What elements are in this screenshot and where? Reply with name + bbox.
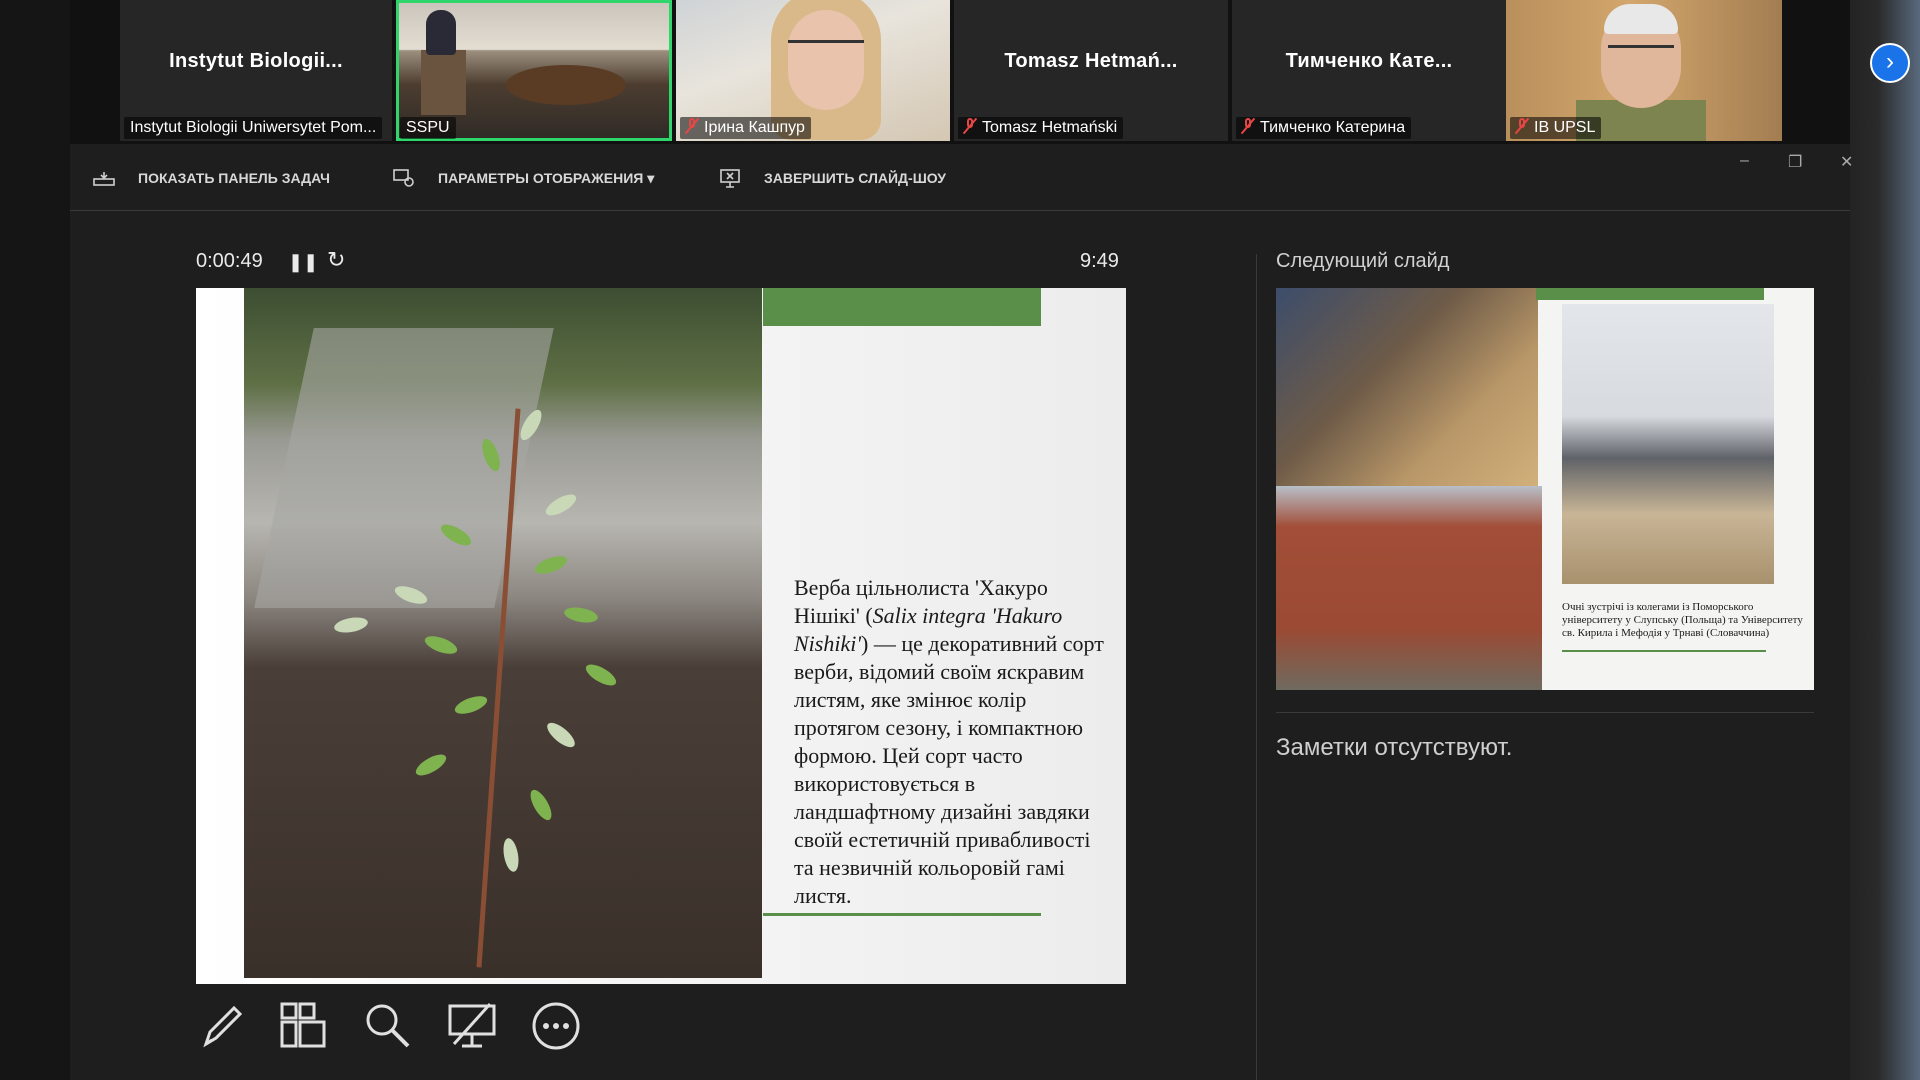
next-participants-button[interactable]: › [1870, 43, 1910, 83]
next-slide-heading: Следующий слайд [1276, 250, 1450, 272]
grid-icon [280, 1002, 326, 1048]
video-feed [506, 65, 626, 105]
next-slide-photo-meeting [1276, 288, 1538, 486]
right-edge [1850, 0, 1920, 1080]
photo-leaf [526, 786, 556, 824]
taskbar-icon [93, 172, 115, 186]
photo-leaf [543, 718, 579, 752]
next-slide-accent-line [1562, 650, 1766, 652]
participant-label-text: IB UPSL [1534, 119, 1596, 136]
participant-label: Tomasz Hetmański [958, 117, 1124, 139]
more-icon [532, 1002, 580, 1050]
next-slide-photo-building [1276, 486, 1542, 690]
video-feed-glasses [788, 40, 864, 61]
close-button[interactable]: ✕ [1840, 152, 1853, 172]
photo-leaf [563, 605, 599, 625]
presenter-toolbar: ПОКАЗАТЬ ПАНЕЛЬ ЗАДАЧ ПАРАМЕТРЫ ОТОБРАЖЕ… [70, 144, 1850, 211]
participant-label-text: SSPU [406, 119, 450, 136]
participant-label-text: Instytut Biologii Uniwersytet Pom... [130, 119, 377, 136]
participant-tile[interactable]: Tomasz Hetmań... Tomasz Hetmański [954, 0, 1228, 141]
participant-label: Тимченко Катерина [1236, 117, 1412, 139]
mic-muted-icon [1516, 118, 1528, 134]
participant-label-text: Тимченко Катерина [1260, 119, 1406, 136]
magnifier-icon [366, 1004, 410, 1048]
photo-leaf [542, 490, 580, 520]
photo-leaf [452, 692, 490, 718]
video-feed-glasses [1608, 45, 1674, 62]
end-slideshow-button[interactable]: ЗАВЕРШИТЬ СЛАЙД-ШОУ [718, 168, 978, 188]
restore-button[interactable]: ❐ [1788, 152, 1802, 172]
display-settings-label: ПАРАМЕТРЫ ОТОБРАЖЕНИЯ ▾ [438, 170, 655, 186]
participant-label: Ірина Кашпур [680, 117, 811, 139]
slide-body-text: Верба цільнолиста 'Хакуро Нішікі' (Salix… [794, 574, 1110, 910]
participant-tile[interactable]: Ірина Кашпур [676, 0, 950, 141]
video-feed-person [426, 10, 456, 55]
slide-accent-bar-bottom [763, 913, 1041, 916]
pen-tool-button[interactable] [196, 1000, 248, 1052]
current-slide[interactable]: Верба цільнолиста 'Хакуро Нішікі' (Salix… [196, 288, 1126, 984]
participant-label-text: Ірина Кашпур [704, 119, 805, 136]
show-taskbar-button[interactable]: ПОКАЗАТЬ ПАНЕЛЬ ЗАДАЧ [92, 168, 330, 188]
mic-muted-icon [1242, 118, 1254, 134]
next-slide-caption: Очні зустрічі із колегами із Поморського… [1562, 601, 1803, 639]
participant-tile-active-speaker[interactable]: SSPU [396, 0, 672, 141]
speaker-notes: Заметки отсутствуют. [1276, 734, 1513, 761]
end-slideshow-label: ЗАВЕРШИТЬ СЛАЙД-ШОУ [764, 170, 947, 186]
current-time: 9:49 [1080, 250, 1119, 272]
presenter-screen: Instytut Biologii... Instytut Biologii U… [0, 0, 1920, 1080]
pen-icon [203, 1005, 243, 1048]
video-feed-hair [1604, 4, 1678, 34]
participant-label-text: Tomasz Hetmański [982, 119, 1118, 136]
slide-plant-photo [244, 288, 762, 978]
photo-leaf [422, 632, 460, 658]
elapsed-timer: 0:00:49 [196, 250, 263, 272]
participant-name-large: Тимченко Кате... [1285, 50, 1453, 72]
chevron-right-icon: › [1886, 48, 1894, 75]
participant-label: IB UPSL [1510, 117, 1602, 139]
slide-accent-bar-top [763, 288, 1041, 326]
photo-leaf [501, 837, 521, 873]
minimize-button[interactable]: ‒ [1740, 152, 1749, 170]
next-slide-accent-bar [1536, 288, 1764, 300]
video-feed-podium [421, 50, 466, 115]
mic-muted-icon [964, 118, 976, 134]
pane-divider[interactable] [1256, 254, 1257, 1080]
black-screen-button[interactable] [446, 1000, 498, 1052]
participant-name-large: Tomasz Hetmań... [1004, 50, 1178, 72]
show-taskbar-label: ПОКАЗАТЬ ПАНЕЛЬ ЗАДАЧ [138, 170, 330, 186]
next-slide-preview[interactable]: Очні зустрічі із колегами із Поморського… [1276, 288, 1814, 690]
zoom-button[interactable] [362, 1000, 414, 1052]
end-slideshow-icon [720, 169, 740, 188]
photo-leaf [532, 552, 570, 578]
photo-leaf [582, 660, 620, 690]
display-settings-button[interactable]: ПАРАМЕТРЫ ОТОБРАЖЕНИЯ ▾ [392, 168, 672, 188]
participant-name-large: Instytut Biologii... [169, 50, 343, 72]
notes-divider [1276, 712, 1814, 713]
participant-tile[interactable]: Тимченко Кате... Тимченко Катерина [1232, 0, 1506, 141]
photo-leaf [333, 615, 369, 635]
left-edge [0, 0, 70, 1080]
participant-strip: Instytut Biologii... Instytut Biologii U… [70, 0, 1910, 144]
more-options-button[interactable] [530, 1000, 582, 1052]
see-all-slides-button[interactable] [278, 1000, 330, 1052]
participant-label: Instytut Biologii Uniwersytet Pom... [124, 117, 383, 139]
display-settings-icon [393, 169, 414, 187]
next-slide-photo-office [1562, 304, 1774, 584]
slide-text-part: ) — це декоративний сорт верби, відомий … [794, 631, 1104, 908]
restart-timer-icon[interactable]: ↻ [327, 247, 345, 273]
pause-timer-icon[interactable]: ❚❚ [288, 252, 318, 273]
participant-tile[interactable]: IB UPSL [1506, 0, 1782, 141]
participant-tile[interactable]: Instytut Biologii... Instytut Biologii U… [120, 0, 392, 141]
mic-muted-icon [686, 118, 698, 134]
screen-off-icon [448, 1002, 496, 1048]
participant-label: SSPU [400, 117, 456, 139]
photo-leaf [412, 750, 450, 780]
